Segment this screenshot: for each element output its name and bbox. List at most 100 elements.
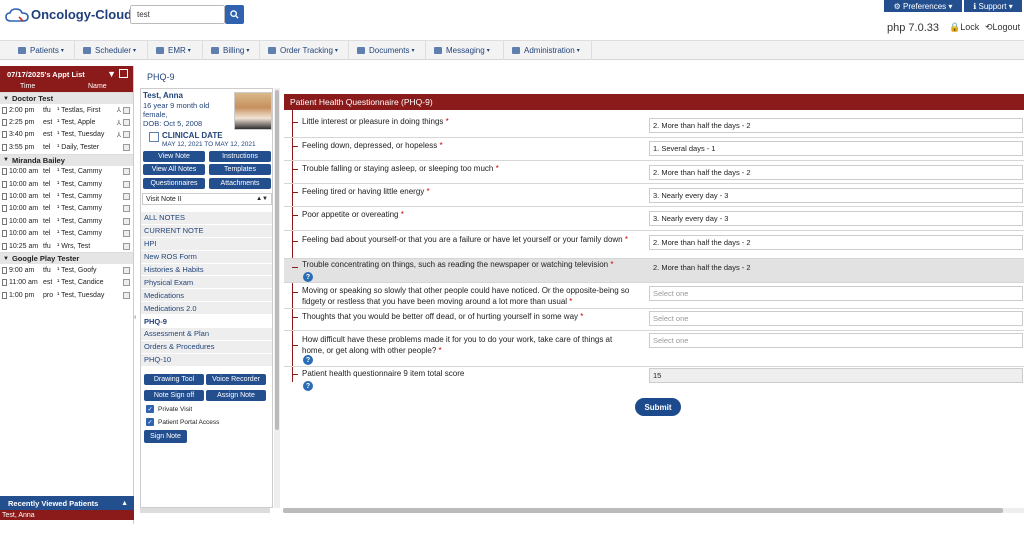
menu-documents[interactable]: Documents ▾: [349, 41, 426, 60]
portal-access-checkbox[interactable]: ✓: [146, 418, 154, 426]
appt-row[interactable]: 10:00 am tel ¹ Test, Cammy: [0, 203, 133, 215]
nav-new-ros-form[interactable]: New ROS Form: [141, 250, 272, 264]
chart-icon[interactable]: [123, 193, 130, 201]
chart-icon[interactable]: [123, 242, 130, 250]
patient-name[interactable]: Test, Anna: [143, 91, 183, 100]
answer-select[interactable]: Select one: [649, 311, 1023, 326]
chart-icon[interactable]: [123, 217, 130, 225]
edit-icon[interactable]: ⅄: [117, 131, 121, 139]
nav-orders-procedures[interactable]: Orders & Procedures: [141, 340, 272, 354]
chart-icon[interactable]: [123, 131, 130, 139]
templates-button[interactable]: Templates: [209, 164, 271, 175]
search-box[interactable]: [130, 5, 225, 24]
appt-row[interactable]: 10:00 am tel ¹ Test, Cammy: [0, 215, 133, 227]
menu-emr[interactable]: EMR ▾: [148, 41, 203, 60]
appt-row[interactable]: 10:00 am tel ¹ Test, Cammy: [0, 228, 133, 240]
drawing-tool-button[interactable]: Drawing Tool: [144, 374, 204, 385]
nav-medications-2[interactable]: Medications 2.0: [141, 302, 272, 316]
answer-select[interactable]: 2. More than half the days - 2: [649, 118, 1023, 133]
appt-row[interactable]: 9:00 am tfu ¹ Test, Goofy: [0, 264, 133, 276]
chart-icon[interactable]: [123, 180, 130, 188]
nav-hpi[interactable]: HPI: [141, 237, 272, 251]
scroll-thumb[interactable]: [275, 90, 279, 430]
private-visit-checkbox[interactable]: ✓: [146, 405, 154, 413]
chart-icon[interactable]: [123, 266, 130, 274]
collapse-left-icon[interactable]: ‹: [134, 314, 136, 321]
nav-histories-habits[interactable]: Histories & Habits: [141, 263, 272, 277]
patient-panel-scrollbar[interactable]: [274, 88, 280, 508]
scroll-thumb[interactable]: [283, 508, 1003, 513]
support-button[interactable]: ℹ Support ▾: [964, 0, 1022, 12]
search-input[interactable]: [131, 6, 224, 23]
edit-icon[interactable]: ⅄: [117, 119, 121, 127]
chart-icon[interactable]: [123, 143, 130, 151]
attachments-button[interactable]: Attachments: [209, 178, 271, 189]
submit-button[interactable]: Submit: [635, 398, 681, 416]
assign-note-button[interactable]: Assign Note: [206, 390, 266, 401]
horizontal-scrollbar-left[interactable]: [140, 508, 270, 513]
recent-patient-item[interactable]: Test, Anna: [0, 510, 134, 520]
appt-row[interactable]: 10:00 am tel ¹ Test, Cammy: [0, 166, 133, 178]
visit-note-select[interactable]: Visit Note II ▲▼: [142, 193, 272, 205]
chart-icon[interactable]: [123, 205, 130, 213]
appt-row[interactable]: 2:00 pm tfu ¹ Testlas, First ⅄: [0, 104, 133, 116]
nav-assessment-plan[interactable]: Assessment & Plan: [141, 328, 272, 341]
chart-icon[interactable]: [123, 106, 130, 114]
lock-link[interactable]: 🔒Lock: [949, 22, 979, 33]
search-button[interactable]: [225, 5, 244, 24]
nav-physical-exam[interactable]: Physical Exam: [141, 276, 272, 290]
sign-note-button[interactable]: Sign Note: [144, 430, 187, 443]
appt-row[interactable]: 1:00 pm pro ¹ Test, Tuesday: [0, 289, 133, 301]
collapse-icon[interactable]: ▲: [121, 500, 128, 507]
questionnaires-button[interactable]: Questionnaires: [143, 178, 205, 189]
calendar-icon[interactable]: [119, 69, 128, 78]
preferences-button[interactable]: ⚙ Preferences ▾: [884, 0, 962, 12]
appt-group-header[interactable]: ▼ Doctor Test: [0, 92, 133, 104]
answer-select[interactable]: 2. More than half the days - 2: [649, 165, 1023, 180]
appt-row[interactable]: 3:40 pm est ¹ Test, Tuesday ⅄: [0, 129, 133, 141]
answer-select[interactable]: 3. Nearly every day - 3: [649, 211, 1023, 226]
help-icon[interactable]: ?: [303, 381, 313, 391]
view-note-button[interactable]: View Note: [143, 151, 205, 162]
filter-icon[interactable]: ▼: [107, 69, 116, 79]
answer-select[interactable]: Select one: [649, 333, 1023, 348]
appt-group-header[interactable]: ▼ Miranda Bailey: [0, 153, 133, 166]
nav-phq9[interactable]: PHQ-9: [141, 315, 272, 329]
menu-scheduler[interactable]: Scheduler ▾: [75, 41, 148, 60]
chart-icon[interactable]: [123, 291, 130, 299]
appt-row[interactable]: 11:00 am est ¹ Test, Candice: [0, 277, 133, 289]
chart-icon[interactable]: [123, 230, 130, 238]
nav-all-notes[interactable]: ALL NOTES: [141, 212, 272, 225]
edit-icon[interactable]: ⅄: [117, 106, 121, 114]
help-icon[interactable]: ?: [303, 272, 313, 282]
answer-select[interactable]: 2. More than half the days - 2: [649, 260, 1023, 275]
help-icon[interactable]: ?: [303, 355, 313, 365]
appt-row[interactable]: 10:00 am tel ¹ Test, Cammy: [0, 190, 133, 202]
appt-group-header[interactable]: ▼ Google Play Tester: [0, 252, 133, 265]
logo[interactable]: Oncology-Cloud: [5, 7, 132, 22]
appt-row[interactable]: 3:55 pm tel ¹ Daily, Tester: [0, 141, 133, 153]
answer-select[interactable]: Select one: [649, 286, 1023, 301]
answer-select[interactable]: 3. Nearly every day - 3: [649, 188, 1023, 203]
answer-select[interactable]: 2. More than half the days - 2: [649, 235, 1023, 250]
logout-link[interactable]: ⟲Logout: [985, 22, 1020, 33]
nav-current-note[interactable]: CURRENT NOTE: [141, 224, 272, 238]
appt-row[interactable]: 10:00 am tel ¹ Test, Cammy: [0, 178, 133, 190]
answer-select[interactable]: 1. Several days - 1: [649, 141, 1023, 156]
menu-messaging[interactable]: Messaging ▾: [426, 41, 504, 60]
voice-recorder-button[interactable]: Voice Recorder: [206, 374, 266, 385]
menu-billing[interactable]: Billing ▾: [203, 41, 260, 60]
appt-row[interactable]: 2:25 pm est ¹ Test, Apple ⅄: [0, 116, 133, 128]
menu-administration[interactable]: Administration ▾: [504, 41, 592, 60]
chart-icon[interactable]: [123, 279, 130, 287]
note-sign-off-button[interactable]: Note Sign off: [144, 390, 204, 401]
menu-patients[interactable]: Patients ▾: [10, 41, 75, 60]
menu-order-tracking[interactable]: Order Tracking ▾: [260, 41, 349, 60]
recent-patients-header[interactable]: Recently Viewed Patients ▲: [0, 496, 134, 510]
nav-phq10[interactable]: PHQ-10: [141, 353, 272, 367]
nav-medications[interactable]: Medications: [141, 289, 272, 303]
chart-icon[interactable]: [123, 119, 130, 127]
chart-icon[interactable]: [123, 168, 130, 176]
instructions-button[interactable]: Instructions: [209, 151, 271, 162]
appt-row[interactable]: 10:25 am tfu ¹ Wrs, Test: [0, 240, 133, 252]
